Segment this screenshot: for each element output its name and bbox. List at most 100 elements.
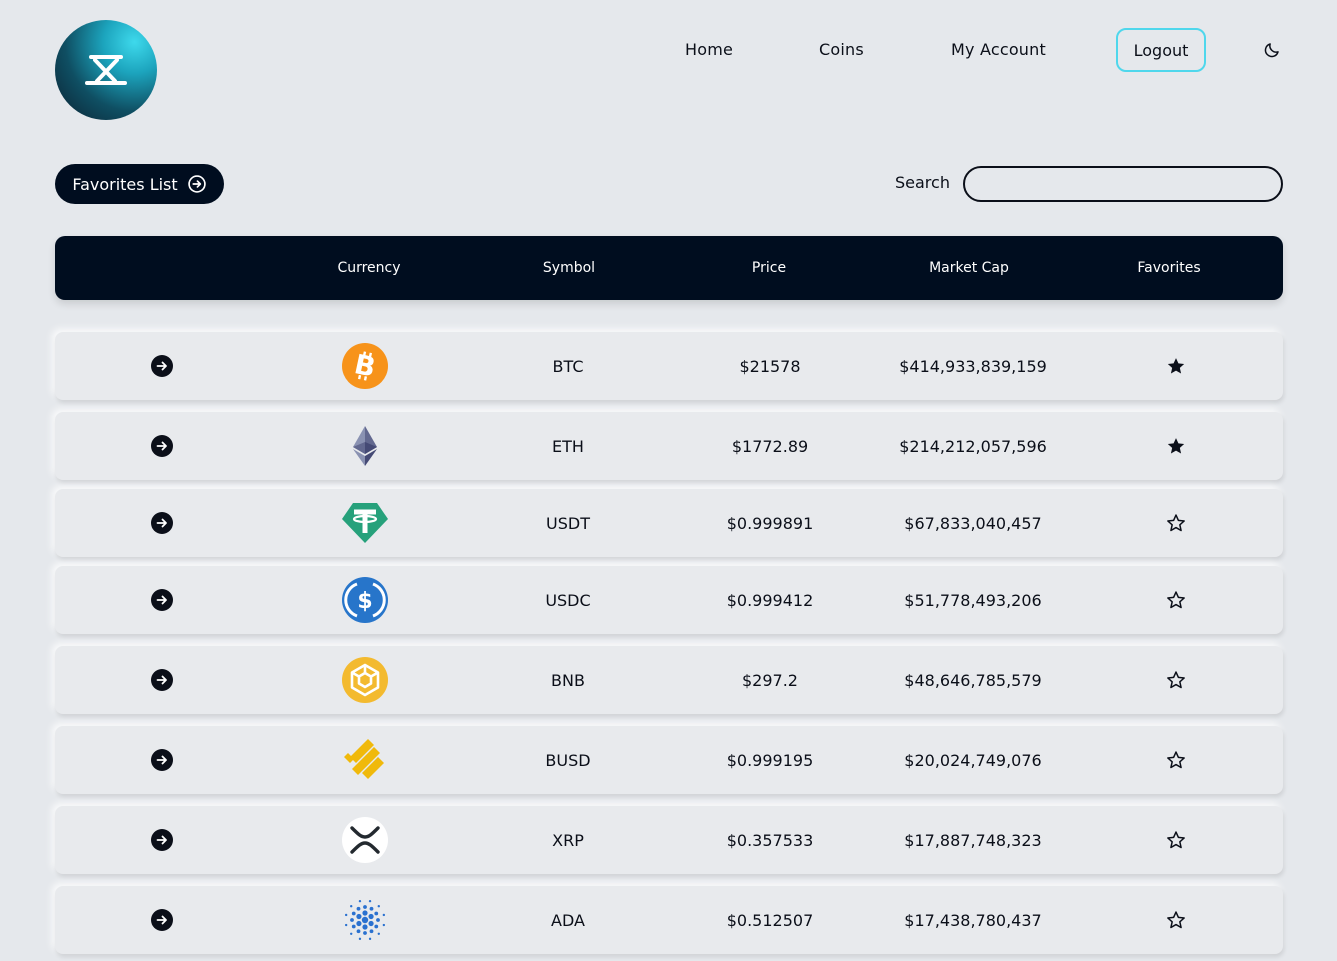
- logout-button[interactable]: Logout: [1116, 28, 1206, 72]
- star-outline-icon[interactable]: [1166, 670, 1186, 690]
- star-outline-icon[interactable]: [1166, 910, 1186, 930]
- search-input[interactable]: [963, 166, 1283, 202]
- currency-cell: [265, 726, 465, 794]
- view-coin-cell: [62, 489, 262, 557]
- star-outline-icon[interactable]: [1166, 513, 1186, 533]
- arrow-right-icon: [156, 915, 167, 925]
- favorites-list-button[interactable]: Favorites List: [55, 164, 224, 204]
- view-coin-button[interactable]: [151, 749, 173, 771]
- arrow-right-icon: [156, 441, 167, 451]
- favorite-cell: [1076, 806, 1276, 874]
- app-logo[interactable]: [55, 20, 157, 120]
- currency-cell: B: [265, 332, 465, 400]
- view-coin-button[interactable]: [151, 669, 173, 691]
- market-cap-cell: $214,212,057,596: [899, 436, 1047, 456]
- market-cap-cell: $51,778,493,206: [904, 590, 1042, 610]
- favorite-cell: [1076, 412, 1276, 480]
- view-coin-button[interactable]: [151, 909, 173, 931]
- star-outline-icon[interactable]: [1166, 830, 1186, 850]
- currency-cell: [265, 806, 465, 874]
- favorite-cell: [1076, 726, 1276, 794]
- app-logo-icon: [85, 55, 127, 85]
- column-header-price[interactable]: Price: [669, 236, 869, 300]
- currency-cell: [265, 646, 465, 714]
- table-row[interactable]: B BTC $21578 $414,933,839,159: [55, 332, 1283, 400]
- arrow-right-icon: [156, 595, 167, 605]
- market-cap-cell: $20,024,749,076: [904, 750, 1042, 770]
- arrow-right-icon: [156, 835, 167, 845]
- price-cell: $297.2: [742, 670, 798, 690]
- view-coin-cell: [62, 332, 262, 400]
- symbol-cell: USDT: [546, 513, 590, 533]
- price-cell: $1772.89: [731, 436, 809, 456]
- column-header-go: [62, 236, 262, 300]
- currency-cell: [265, 886, 465, 954]
- view-coin-cell: [62, 806, 262, 874]
- column-header-favorites: Favorites: [1137, 260, 1201, 276]
- cardano-icon: [341, 896, 389, 944]
- view-coin-cell: [62, 566, 262, 634]
- search-label: Search: [895, 173, 950, 192]
- symbol-cell: BUSD: [545, 750, 591, 770]
- star-filled-icon[interactable]: [1166, 356, 1186, 376]
- svg-text:$: $: [357, 589, 372, 614]
- star-outline-icon[interactable]: [1166, 590, 1186, 610]
- market-cap-cell: $67,833,040,457: [904, 513, 1042, 533]
- xrp-icon: [341, 816, 389, 864]
- market-cap-cell: $17,887,748,323: [904, 830, 1042, 850]
- moon-icon: [1264, 43, 1279, 58]
- star-outline-icon[interactable]: [1166, 750, 1186, 770]
- theme-toggle-button[interactable]: [1262, 40, 1282, 60]
- market-cap-cell: $414,933,839,159: [899, 356, 1047, 376]
- price-cell: $0.512507: [726, 910, 814, 930]
- table-row[interactable]: XRP $0.357533 $17,887,748,323: [55, 806, 1283, 874]
- symbol-cell: BTC: [552, 356, 584, 376]
- favorite-cell: [1076, 332, 1276, 400]
- table-row[interactable]: USDT $0.999891 $67,833,040,457: [55, 489, 1283, 557]
- currency-cell: [265, 489, 465, 557]
- tether-icon: [341, 499, 389, 547]
- column-header-currency[interactable]: Currency: [269, 236, 469, 300]
- symbol-cell: XRP: [552, 830, 584, 850]
- currency-cell: [265, 412, 465, 480]
- nav-home[interactable]: Home: [685, 38, 733, 62]
- column-header-symbol[interactable]: Symbol: [469, 236, 669, 300]
- table-row[interactable]: BNB $297.2 $48,646,785,579: [55, 646, 1283, 714]
- view-coin-button[interactable]: [151, 355, 173, 377]
- view-coin-cell: [62, 726, 262, 794]
- favorite-cell: [1076, 646, 1276, 714]
- view-coin-button[interactable]: [151, 435, 173, 457]
- view-coin-cell: [62, 886, 262, 954]
- symbol-cell: BNB: [551, 670, 585, 690]
- favorite-cell: [1076, 886, 1276, 954]
- arrow-right-icon: [156, 361, 167, 371]
- view-coin-button[interactable]: [151, 829, 173, 851]
- table-row[interactable]: $ USDC $0.999412 $51,778,493,206: [55, 566, 1283, 634]
- usd-coin-icon: $: [341, 576, 389, 624]
- price-cell: $0.999891: [726, 513, 814, 533]
- view-coin-button[interactable]: [151, 589, 173, 611]
- arrow-right-icon: [156, 755, 167, 765]
- price-cell: $0.999412: [726, 590, 814, 610]
- market-cap-cell: $48,646,785,579: [904, 670, 1042, 690]
- favorite-cell: [1076, 566, 1276, 634]
- table-row[interactable]: ADA $0.512507 $17,438,780,437: [55, 886, 1283, 954]
- view-coin-cell: [62, 646, 262, 714]
- nav-my-account[interactable]: My Account: [951, 38, 1046, 62]
- arrow-circle-right-icon: [187, 175, 206, 193]
- arrow-right-icon: [156, 675, 167, 685]
- nav-coins[interactable]: Coins: [819, 38, 864, 62]
- currency-cell: $: [265, 566, 465, 634]
- star-filled-icon[interactable]: [1166, 436, 1186, 456]
- view-coin-cell: [62, 412, 262, 480]
- price-cell: $21578: [739, 356, 801, 376]
- symbol-cell: USDC: [545, 590, 591, 610]
- table-row[interactable]: BUSD $0.999195 $20,024,749,076: [55, 726, 1283, 794]
- favorites-list-label: Favorites List: [72, 174, 178, 194]
- table-header: Currency Symbol Price Market Cap Favorit…: [55, 236, 1283, 300]
- column-header-market-cap[interactable]: Market Cap: [869, 236, 1069, 300]
- favorite-cell: [1076, 489, 1276, 557]
- bnb-icon: [341, 656, 389, 704]
- view-coin-button[interactable]: [151, 512, 173, 534]
- table-row[interactable]: ETH $1772.89 $214,212,057,596: [55, 412, 1283, 480]
